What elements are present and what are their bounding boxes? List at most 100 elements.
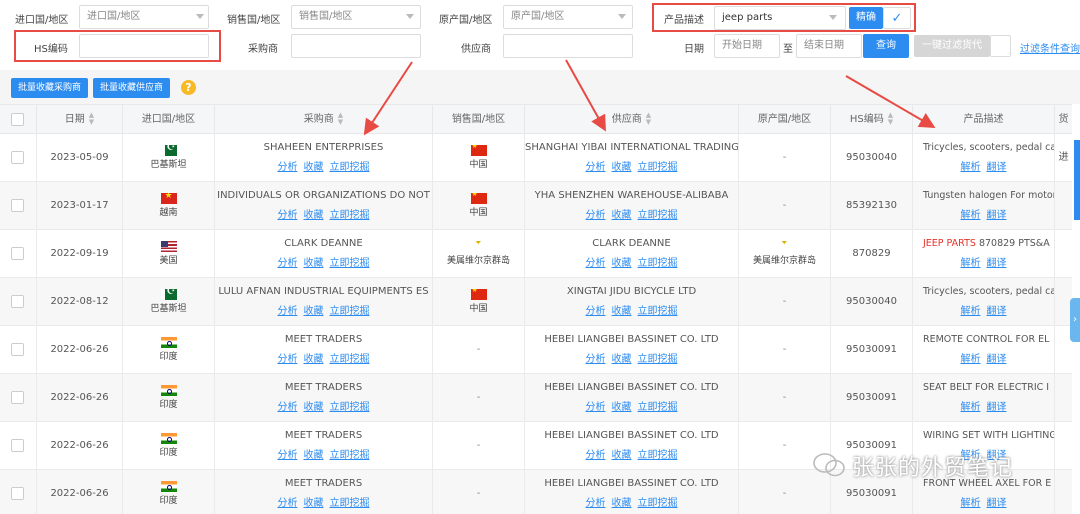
scrollbar-thumb[interactable] <box>1074 140 1080 220</box>
favorite-link[interactable]: 收藏 <box>612 354 632 365</box>
mine-link[interactable]: 立即挖掘 <box>638 162 678 173</box>
analyze-link[interactable]: 分析 <box>278 210 298 221</box>
analyze-link[interactable]: 分析 <box>586 498 606 509</box>
analyze-link[interactable]: 分析 <box>586 402 606 413</box>
mine-link[interactable]: 立即挖掘 <box>638 450 678 461</box>
mine-link[interactable]: 立即挖掘 <box>638 354 678 365</box>
analyze-link[interactable]: 分析 <box>586 354 606 365</box>
mine-link[interactable]: 立即挖掘 <box>638 498 678 509</box>
header-supplier[interactable]: 供应商 ▲ ▼ <box>524 105 738 134</box>
mine-link[interactable]: 立即挖掘 <box>330 306 370 317</box>
analyze-link[interactable]: 分析 <box>278 258 298 269</box>
toggle-switch[interactable] <box>990 35 1011 57</box>
help-icon[interactable]: ? <box>181 80 196 95</box>
mine-link[interactable]: 立即挖掘 <box>638 210 678 221</box>
buyer-name[interactable]: MEET TRADERS <box>215 382 432 393</box>
parse-link[interactable]: 解析 <box>961 210 981 221</box>
parse-link[interactable]: 解析 <box>961 306 981 317</box>
analyze-link[interactable]: 分析 <box>278 402 298 413</box>
buyer-name[interactable]: INDIVIDUALS OR ORGANIZATIONS DO NOT <box>215 190 432 201</box>
favorite-link[interactable]: 收藏 <box>304 450 324 461</box>
parse-link[interactable]: 解析 <box>961 354 981 365</box>
exact-button[interactable]: 精确 <box>849 7 883 29</box>
translate-link[interactable]: 翻译 <box>987 354 1007 365</box>
buyer-name[interactable]: MEET TRADERS <box>215 478 432 489</box>
favorite-link[interactable]: 收藏 <box>612 402 632 413</box>
buyer-name[interactable]: MEET TRADERS <box>215 334 432 345</box>
translate-link[interactable]: 翻译 <box>987 498 1007 509</box>
check-icon[interactable]: ✓ <box>883 7 911 29</box>
mine-link[interactable]: 立即挖掘 <box>330 162 370 173</box>
analyze-link[interactable]: 分析 <box>278 450 298 461</box>
favorite-link[interactable]: 收藏 <box>612 498 632 509</box>
supplier-name[interactable]: YHA SHENZHEN WAREHOUSE-ALIBABA <box>525 190 738 201</box>
translate-link[interactable]: 翻译 <box>987 258 1007 269</box>
row-checkbox[interactable] <box>11 487 24 500</box>
analyze-link[interactable]: 分析 <box>278 306 298 317</box>
favorite-link[interactable]: 收藏 <box>612 450 632 461</box>
product-desc-input[interactable]: jeep parts <box>714 6 846 30</box>
analyze-link[interactable]: 分析 <box>586 450 606 461</box>
translate-link[interactable]: 翻译 <box>987 402 1007 413</box>
analyze-link[interactable]: 分析 <box>586 162 606 173</box>
select-all-checkbox[interactable] <box>11 113 24 126</box>
mine-link[interactable]: 立即挖掘 <box>330 258 370 269</box>
chevron-right-icon[interactable]: › <box>1070 298 1080 342</box>
start-date-input[interactable]: 开始日期 <box>714 34 780 58</box>
mine-link[interactable]: 立即挖掘 <box>330 210 370 221</box>
mine-link[interactable]: 立即挖掘 <box>638 402 678 413</box>
favorite-link[interactable]: 收藏 <box>612 210 632 221</box>
supplier-name[interactable]: HEBEI LIANGBEI BASSINET CO. LTD <box>525 430 738 441</box>
sales-country-select[interactable]: 销售国/地区 <box>291 5 421 29</box>
row-checkbox[interactable] <box>11 247 24 260</box>
analyze-link[interactable]: 分析 <box>278 498 298 509</box>
row-checkbox[interactable] <box>11 151 24 164</box>
row-checkbox[interactable] <box>11 439 24 452</box>
favorite-link[interactable]: 收藏 <box>304 162 324 173</box>
supplier-name[interactable]: SHANGHAI YIBAI INTERNATIONAL TRADING <box>525 142 738 153</box>
supplier-name[interactable]: HEBEI LIANGBEI BASSINET CO. LTD <box>525 334 738 345</box>
supplier-name[interactable]: CLARK DEANNE <box>525 238 738 249</box>
mine-link[interactable]: 立即挖掘 <box>330 450 370 461</box>
bulk-favorite-supplier-button[interactable]: 批量收藏供应商 <box>93 78 171 98</box>
analyze-link[interactable]: 分析 <box>586 210 606 221</box>
buyer-name[interactable]: MEET TRADERS <box>215 430 432 441</box>
favorite-link[interactable]: 收藏 <box>304 258 324 269</box>
favorite-link[interactable]: 收藏 <box>304 306 324 317</box>
analyze-link[interactable]: 分析 <box>586 306 606 317</box>
mine-link[interactable]: 立即挖掘 <box>330 498 370 509</box>
bulk-favorite-buyer-button[interactable]: 批量收藏采购商 <box>11 78 89 98</box>
translate-link[interactable]: 翻译 <box>987 162 1007 173</box>
import-country-select[interactable]: 进口国/地区 <box>79 5 209 29</box>
row-checkbox[interactable] <box>11 199 24 212</box>
header-hs-code[interactable]: HS编码 ▲ ▼ <box>830 105 912 134</box>
buyer-name[interactable]: CLARK DEANNE <box>215 238 432 249</box>
favorite-link[interactable]: 收藏 <box>304 402 324 413</box>
supplier-name[interactable]: HEBEI LIANGBEI BASSINET CO. LTD <box>525 478 738 489</box>
mine-link[interactable]: 立即挖掘 <box>330 402 370 413</box>
favorite-link[interactable]: 收藏 <box>304 498 324 509</box>
analyze-link[interactable]: 分析 <box>586 258 606 269</box>
row-checkbox[interactable] <box>11 295 24 308</box>
favorite-link[interactable]: 收藏 <box>612 258 632 269</box>
row-checkbox[interactable] <box>11 343 24 356</box>
origin-country-select[interactable]: 原产国/地区 <box>503 5 633 29</box>
mine-link[interactable]: 立即挖掘 <box>638 258 678 269</box>
header-buyer[interactable]: 采购商 ▲ ▼ <box>214 105 432 134</box>
parse-link[interactable]: 解析 <box>961 162 981 173</box>
translate-link[interactable]: 翻译 <box>987 306 1007 317</box>
search-button[interactable]: 查询 <box>863 34 909 58</box>
one-click-filter-button[interactable]: 一键过滤货代 <box>914 35 990 57</box>
parse-link[interactable]: 解析 <box>961 258 981 269</box>
supplier-name[interactable]: XINGTAI JIDU BICYCLE LTD <box>525 286 738 297</box>
buyer-name[interactable]: SHAHEEN ENTERPRISES <box>215 142 432 153</box>
row-checkbox[interactable] <box>11 391 24 404</box>
parse-link[interactable]: 解析 <box>961 498 981 509</box>
favorite-link[interactable]: 收藏 <box>612 306 632 317</box>
supplier-input[interactable] <box>503 34 633 58</box>
favorite-link[interactable]: 收藏 <box>612 162 632 173</box>
translate-link[interactable]: 翻译 <box>987 210 1007 221</box>
favorite-link[interactable]: 收藏 <box>304 354 324 365</box>
mine-link[interactable]: 立即挖掘 <box>330 354 370 365</box>
end-date-input[interactable]: 结束日期 <box>796 34 862 58</box>
